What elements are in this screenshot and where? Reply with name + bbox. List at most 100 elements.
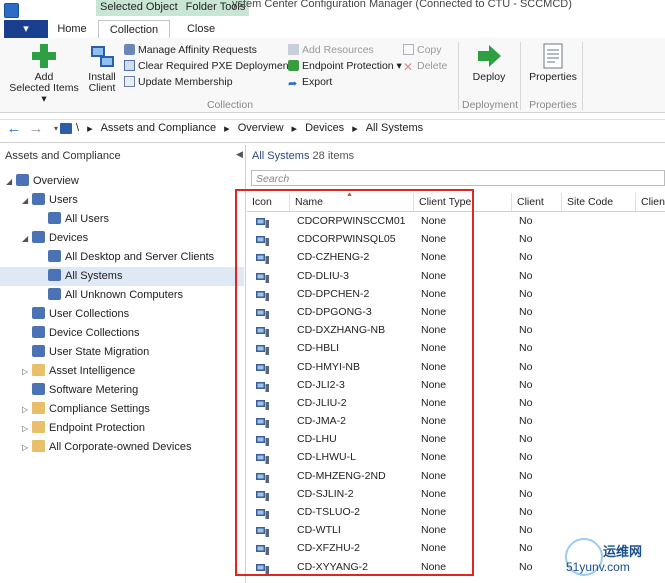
breadcrumb-separator[interactable]: ▸	[352, 122, 358, 135]
tab-home[interactable]: Home	[50, 20, 94, 38]
table-row[interactable]: CD-SJLIN-2 None No	[247, 485, 665, 503]
table-row[interactable]: CD-HBLI None No	[247, 339, 665, 357]
sort-ascending-icon: ▲	[346, 193, 353, 198]
column-header-client-type[interactable]: Client Type	[413, 193, 511, 211]
group-label-collection: Collection	[206, 99, 254, 111]
nav-item-all-systems[interactable]: All Systems	[0, 267, 244, 286]
item-count: 28 items	[312, 150, 355, 162]
client-cell: No	[519, 215, 533, 227]
back-arrow-icon[interactable]: ←	[6, 121, 22, 137]
device-name-cell: CD-DPCHEN-2	[297, 287, 370, 300]
nav-item-devices[interactable]: ◢ Devices	[0, 229, 244, 248]
table-row[interactable]: CDCORPWINSCCM01 None No	[247, 212, 665, 230]
nav-item-label: All Systems	[65, 270, 123, 282]
breadcrumb-assets-and-compliance[interactable]: Assets and Compliance	[101, 122, 217, 135]
table-row[interactable]: CD-LHU None No	[247, 430, 665, 448]
nav-item-user-collections[interactable]: User Collections	[0, 305, 244, 324]
breadcrumb-separator[interactable]: ▸	[224, 122, 230, 135]
column-header-name-label: Name	[295, 196, 324, 208]
expand-toggle-icon[interactable]: ▷	[22, 419, 32, 438]
breadcrumb-all-systems[interactable]: All Systems	[366, 122, 423, 135]
table-row[interactable]: CD-DXZHANG-NB None No	[247, 321, 665, 339]
table-row[interactable]: CD-JLI2-3 None No	[247, 376, 665, 394]
device-name-cell: CD-LHU	[297, 433, 337, 446]
table-row[interactable]: CDCORPWINSQL05 None No	[247, 230, 665, 248]
node-icon	[32, 307, 45, 319]
copy-button[interactable]: Copy	[403, 42, 447, 58]
manage-affinity-requests-button[interactable]: Manage Affinity Requests	[124, 42, 297, 58]
nav-item-all-unknown-computers[interactable]: All Unknown Computers	[0, 286, 244, 305]
table-row[interactable]: CD-DPGONG-3 None No	[247, 303, 665, 321]
endpoint-protection-button[interactable]: Endpoint Protection ▾	[288, 58, 402, 74]
table-row[interactable]: CD-LHWU-L None No	[247, 448, 665, 466]
expand-toggle-icon[interactable]: ▷	[22, 438, 32, 457]
forward-arrow-icon[interactable]: →	[28, 121, 44, 137]
nav-item-overview[interactable]: ◢ Overview	[0, 172, 244, 191]
update-membership-button[interactable]: Update Membership	[124, 74, 297, 90]
table-row[interactable]: CD-HMYI-NB None No	[247, 358, 665, 376]
computer-icon	[256, 525, 269, 538]
expand-toggle-icon[interactable]: ◢	[22, 191, 32, 210]
tab-close[interactable]: Close	[170, 20, 232, 38]
client-type-cell: None	[421, 487, 447, 500]
column-header-client-2[interactable]: Client	[635, 193, 665, 211]
delete-button[interactable]: ✕ Delete	[403, 58, 447, 74]
install-client-button[interactable]: Install Client	[84, 42, 120, 94]
watermark-text-cn: 运维网	[603, 544, 643, 559]
table-row[interactable]: CD-JMA-2 None No	[247, 412, 665, 430]
column-header-client[interactable]: Client	[511, 193, 561, 211]
client-type-cell: None	[421, 451, 447, 464]
context-tab-selected-object[interactable]: Selected Object	[96, 0, 182, 16]
table-row[interactable]: CD-DPCHEN-2 None No	[247, 285, 665, 303]
device-list: CDCORPWINSCCM01 None No CDCORPWINSQL05 None N…	[247, 212, 665, 576]
table-row[interactable]: CD-MHZENG-2ND None No	[247, 467, 665, 485]
nav-item-asset-intelligence[interactable]: ▷ Asset Intelligence	[0, 362, 244, 381]
breadcrumb-devices[interactable]: Devices	[305, 122, 344, 135]
install-client-label: Install Client	[88, 71, 116, 94]
nav-item-all-corporate-owned-devices[interactable]: ▷ All Corporate-owned Devices	[0, 438, 244, 457]
table-row[interactable]: CD-CZHENG-2 None No	[247, 248, 665, 266]
computer-icon	[256, 325, 269, 338]
nav-item-all-users[interactable]: All Users	[0, 210, 244, 229]
nav-item-label: Users	[49, 194, 78, 206]
clear-pxe-deployments-button[interactable]: Clear Required PXE Deployments	[124, 58, 297, 74]
breadcrumb-overview[interactable]: Overview	[238, 122, 284, 135]
collapse-pane-icon[interactable]: ◀	[236, 149, 243, 160]
breadcrumb-separator[interactable]: ▸	[292, 122, 298, 135]
nav-item-user-state-migration[interactable]: User State Migration	[0, 343, 244, 362]
nav-item-device-collections[interactable]: Device Collections	[0, 324, 244, 343]
nav-item-all-desktop-and-server-clients[interactable]: All Desktop and Server Clients	[0, 248, 244, 267]
column-header-site-code[interactable]: Site Code	[561, 193, 635, 211]
search-input[interactable]: Search	[251, 170, 665, 186]
computer-icon	[256, 416, 269, 429]
add-resources-button[interactable]: Add Resources	[288, 42, 402, 58]
table-row[interactable]: CD-TSLUO-2 None No	[247, 503, 665, 521]
computer-icon	[256, 252, 269, 265]
expand-toggle-icon[interactable]: ◢	[22, 229, 32, 248]
tab-collection[interactable]: Collection	[98, 20, 170, 40]
breadcrumb-root[interactable]: \	[76, 122, 79, 135]
column-header-icon[interactable]: Icon	[247, 193, 289, 211]
export-button[interactable]: ➦ Export	[288, 74, 402, 90]
node-icon	[32, 345, 45, 357]
client-cell: No	[519, 269, 533, 282]
table-row[interactable]: CD-JLIU-2 None No	[247, 394, 665, 412]
device-name-cell: CD-MHZENG-2ND	[297, 469, 386, 482]
device-name-cell: CD-XFZHU-2	[297, 542, 360, 555]
expand-toggle-icon[interactable]: ▷	[22, 400, 32, 419]
nav-item-endpoint-protection[interactable]: ▷ Endpoint Protection	[0, 419, 244, 438]
breadcrumb-separator[interactable]: ▸	[87, 122, 93, 135]
file-menu-button[interactable]: ▾	[4, 20, 48, 38]
device-name-cell: CD-JLI2-3	[297, 378, 345, 391]
deploy-button[interactable]: Deploy	[466, 42, 512, 83]
properties-button[interactable]: Properties	[527, 42, 579, 83]
expand-toggle-icon[interactable]: ◢	[6, 172, 16, 191]
navigation-tree: ◢ Overview ◢ Users All Users ◢ Devices All Desk…	[0, 172, 244, 457]
add-selected-items-button[interactable]: Add Selected Items ▾	[8, 42, 80, 105]
nav-item-compliance-settings[interactable]: ▷ Compliance Settings	[0, 400, 244, 419]
nav-item-software-metering[interactable]: Software Metering	[0, 381, 244, 400]
table-row[interactable]: CD-DLIU-3 None No	[247, 267, 665, 285]
nav-item-users[interactable]: ◢ Users	[0, 191, 244, 210]
expand-toggle-icon[interactable]: ▷	[22, 362, 32, 381]
column-header-name[interactable]: Name ▲	[289, 193, 413, 211]
